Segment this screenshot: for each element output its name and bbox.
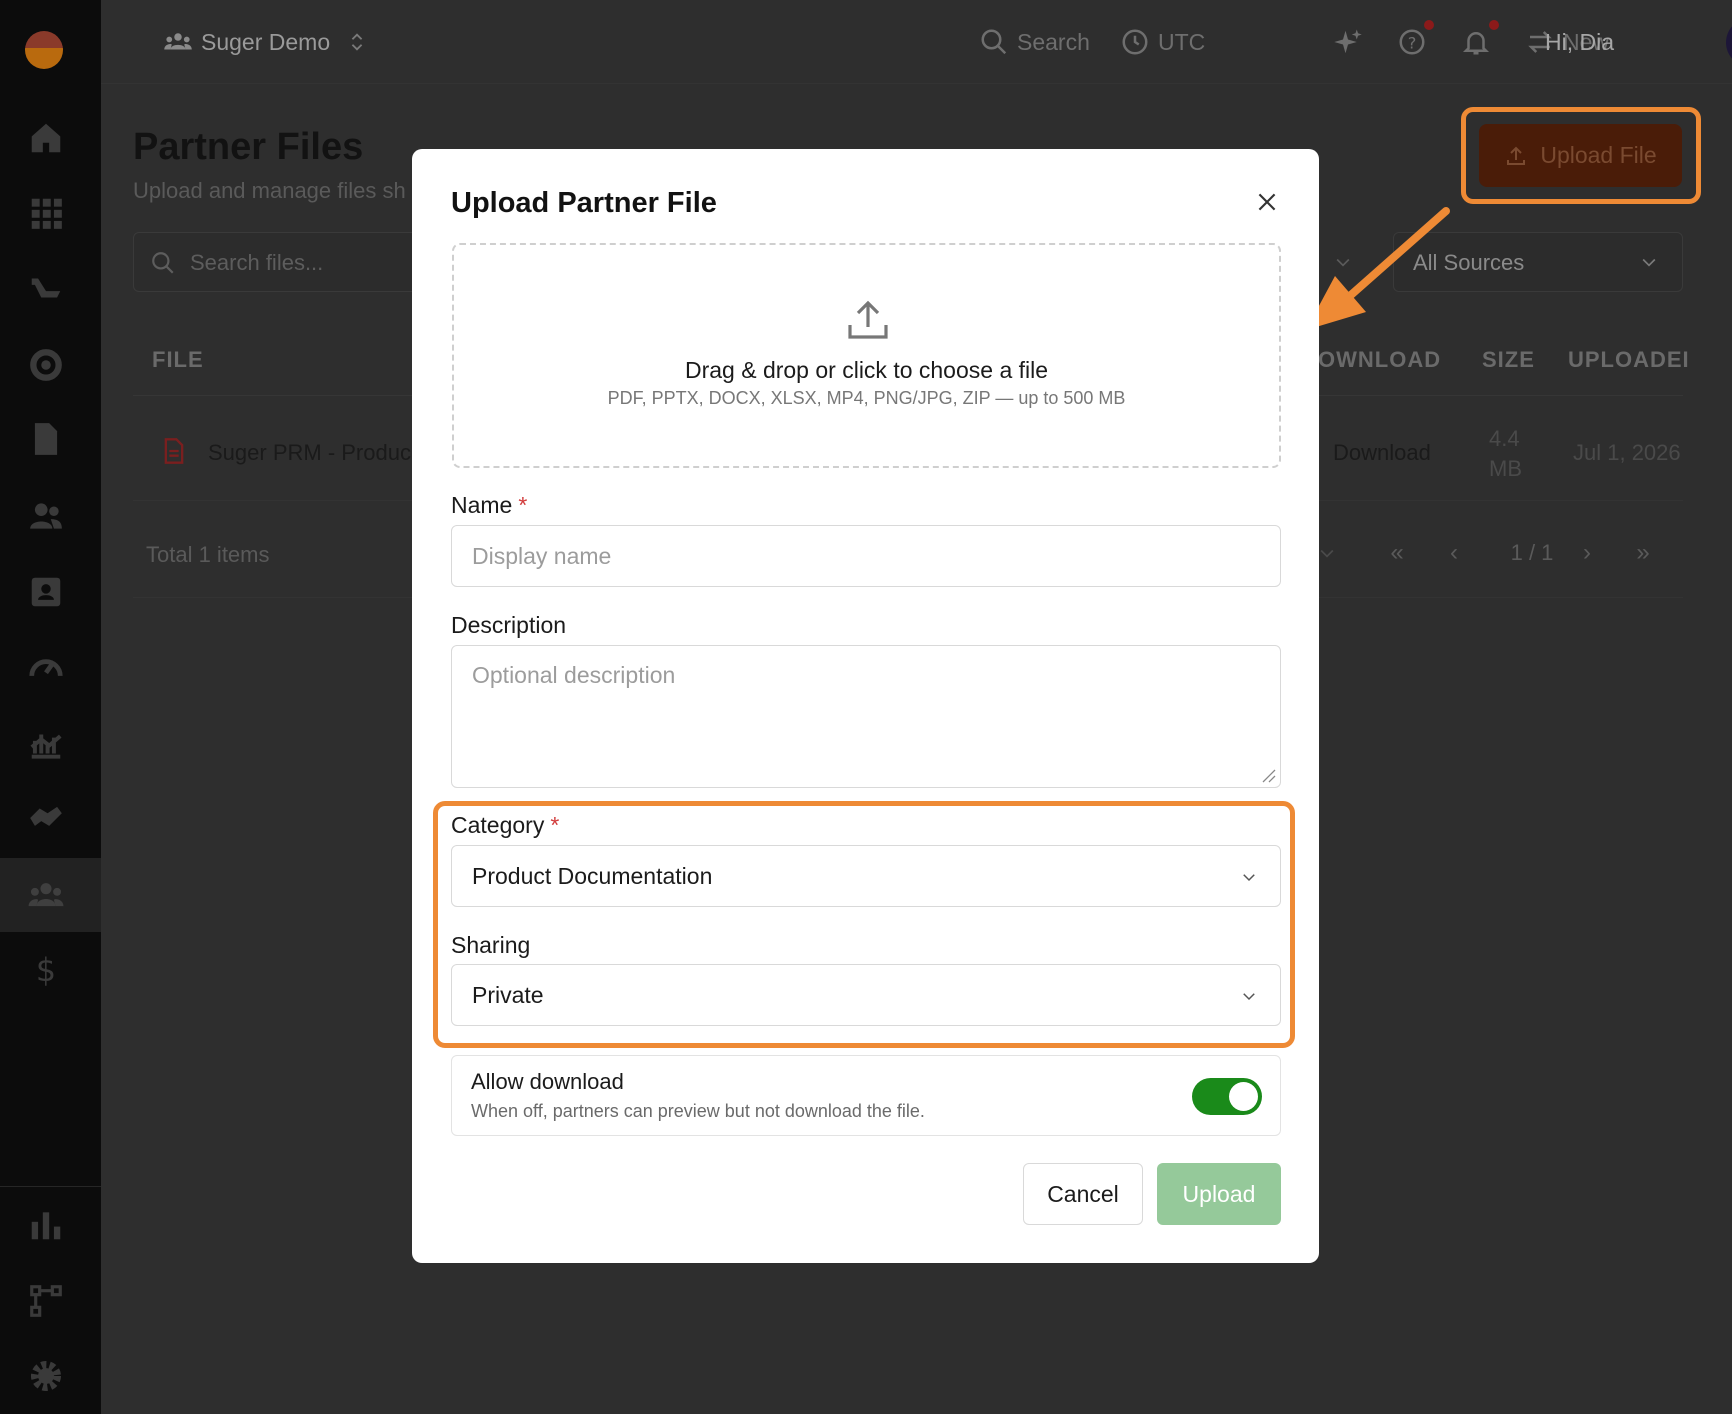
close-icon[interactable] (1254, 189, 1280, 215)
name-input[interactable]: Display name (451, 525, 1281, 587)
upload-button[interactable]: Upload (1157, 1163, 1281, 1225)
file-dropzone[interactable]: Drag & drop or click to choose a file PD… (452, 243, 1281, 468)
svg-text:?: ? (1408, 33, 1417, 52)
column-header-size[interactable]: SIZE (1482, 347, 1535, 373)
total-items: Total 1 items (146, 542, 270, 567)
file-document-icon (164, 438, 184, 464)
org-switcher[interactable]: Suger Demo (163, 22, 376, 62)
contacts-icon[interactable] (24, 570, 68, 614)
column-header-file[interactable]: FILE (152, 347, 204, 373)
cancel-button[interactable]: Cancel (1023, 1163, 1143, 1225)
marketplace-icon[interactable] (24, 266, 68, 310)
search-label: Search (1017, 28, 1090, 55)
billing-dollar-icon[interactable]: $ (24, 948, 68, 992)
next-page-button[interactable]: › (1570, 533, 1604, 573)
table-cell-uploaded: Jul 1, 2026 (1573, 440, 1681, 465)
top-bar: Suger Demo Search UTC ? New Hi, Dia D (101, 0, 1732, 84)
description-placeholder: Optional description (472, 662, 676, 688)
allow-download-card: Allow download When off, partners can pr… (451, 1055, 1281, 1136)
avatar[interactable]: D (1726, 18, 1732, 67)
settings-gear-icon[interactable] (24, 343, 68, 387)
app-logo[interactable] (25, 31, 63, 69)
file-search-placeholder: Search files... (190, 250, 324, 275)
chevron-down-icon (1642, 258, 1656, 267)
greeting: Hi, Dia (1545, 28, 1615, 55)
allow-download-title: Allow download (471, 1069, 624, 1094)
first-page-button[interactable]: « (1380, 533, 1414, 573)
search-button[interactable]: Search (979, 22, 1090, 62)
dropzone-instructions: Drag & drop or click to choose a file (684, 357, 1049, 383)
timezone-button[interactable]: UTC (1120, 22, 1205, 62)
dropzone-accepted-types: PDF, PPTX, DOCX, XLSX, MP4, PNG/JPG, ZIP… (607, 388, 1126, 408)
home-icon[interactable] (24, 116, 68, 160)
svg-text:$: $ (36, 953, 56, 989)
table-cell-size-unit: MB (1489, 456, 1522, 481)
speedometer-icon[interactable] (24, 646, 68, 690)
chevron-up-down-icon (351, 33, 363, 51)
analytics-icon[interactable] (24, 722, 68, 766)
source-filter-value: All Sources (1413, 250, 1525, 275)
table-cell-download-link[interactable]: Download (1333, 440, 1431, 466)
handshake-icon[interactable] (24, 796, 68, 840)
allow-download-toggle[interactable] (1192, 1078, 1262, 1115)
search-icon (981, 29, 1007, 55)
workflow-icon[interactable] (24, 1279, 68, 1323)
upload-icon (848, 300, 888, 339)
sparkle-icon (1334, 29, 1362, 54)
prev-page-button[interactable]: ‹ (1437, 533, 1471, 573)
users-icon[interactable] (24, 494, 68, 538)
gear-icon[interactable] (24, 1354, 68, 1398)
org-name: Suger Demo (201, 28, 331, 55)
upload-partner-file-dialog: Upload Partner File Drag & drop or click… (412, 149, 1319, 1263)
reports-bar-chart-icon[interactable] (24, 1203, 68, 1247)
clock-icon (1122, 29, 1148, 55)
table-cell-file-name[interactable]: Suger PRM - Produc (208, 440, 411, 466)
page-title: Partner Files (133, 126, 364, 168)
annotation-highlight-upload-button (1461, 107, 1701, 204)
document-icon[interactable] (24, 417, 68, 461)
sidebar: $ (0, 0, 101, 1414)
dialog-title: Upload Partner File (451, 187, 717, 219)
sidebar-divider (0, 1186, 101, 1187)
help-notification-dot (1424, 20, 1434, 30)
ai-sparkle-button[interactable] (1333, 22, 1371, 62)
annotation-highlight-category-sharing (433, 801, 1295, 1048)
required-asterisk: * (518, 492, 528, 518)
page-subtitle: Upload and manage files sh (133, 178, 406, 203)
description-textarea[interactable]: Optional description (451, 645, 1281, 788)
help-icon: ? (1399, 29, 1425, 55)
bell-icon (1462, 32, 1490, 55)
page-indicator: 1 / 1 (1510, 540, 1554, 565)
description-field-label: Description (451, 612, 567, 638)
table-cell-size-value: 4.4 (1489, 426, 1520, 451)
team-icon (164, 33, 192, 50)
grid-icon[interactable] (24, 191, 68, 235)
name-placeholder: Display name (472, 542, 612, 569)
name-field-label: Name * (451, 492, 528, 518)
notification-dot (1489, 20, 1499, 30)
allow-download-description: When off, partners can preview but not d… (471, 1101, 925, 1121)
column-header-uploaded[interactable]: UPLOADEI (1568, 347, 1690, 373)
column-header-download[interactable]: OWNLOAD (1318, 347, 1441, 373)
last-page-button[interactable]: » (1626, 533, 1660, 573)
search-icon (152, 252, 174, 274)
resize-handle-icon[interactable] (1260, 767, 1276, 783)
timezone-label: UTC (1158, 28, 1206, 55)
page-size-chevron-icon[interactable] (1317, 543, 1337, 563)
partners-icon[interactable] (24, 873, 68, 917)
chevron-down-icon[interactable] (1333, 252, 1353, 272)
